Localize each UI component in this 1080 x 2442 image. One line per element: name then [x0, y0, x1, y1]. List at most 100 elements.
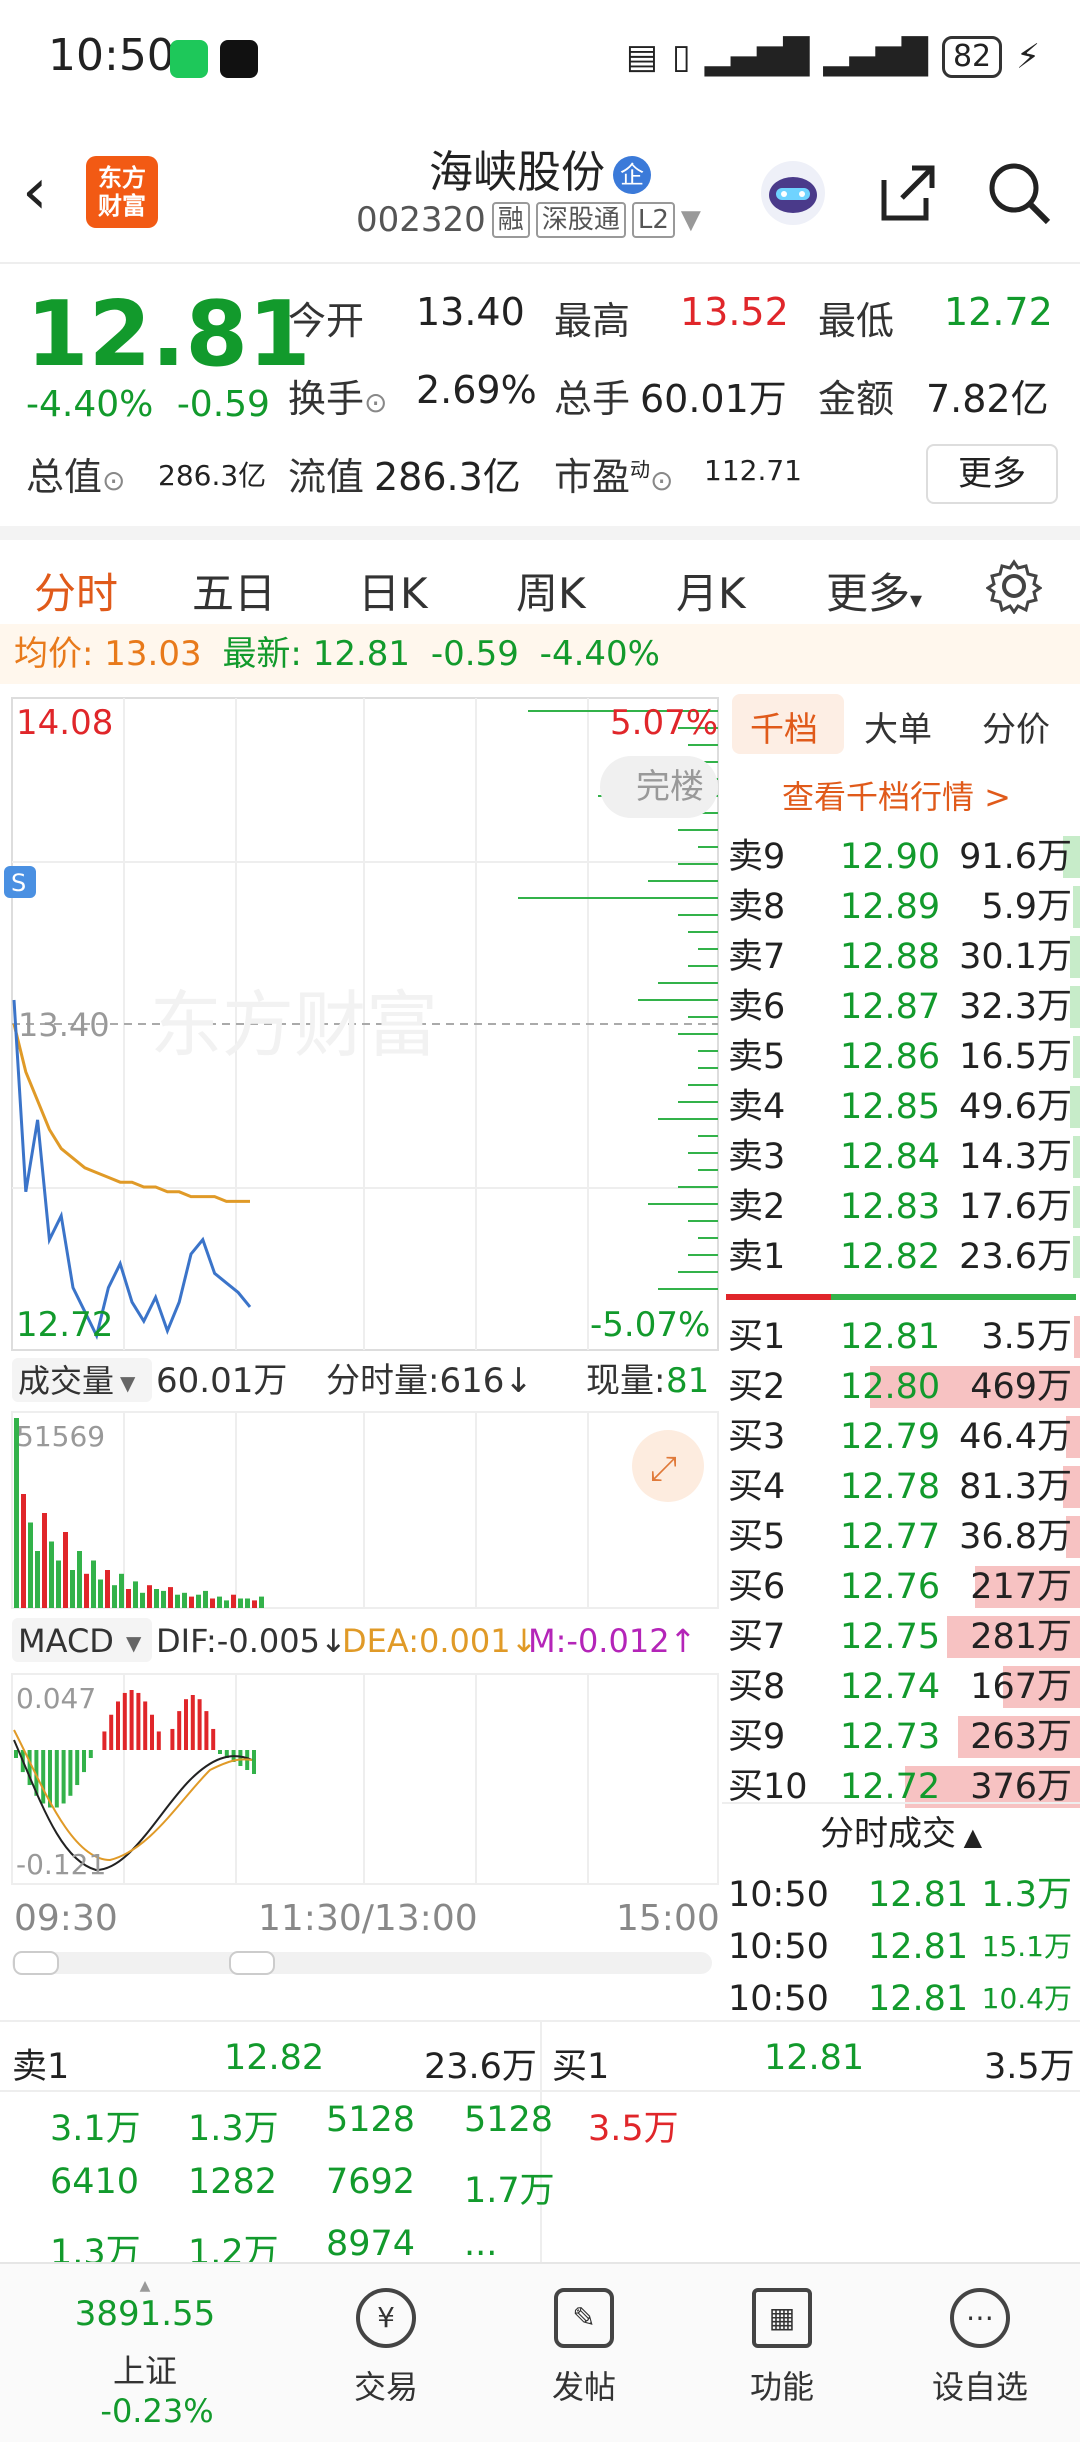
- latest-value: 12.81: [313, 634, 410, 674]
- change-value: -0.59: [177, 384, 270, 425]
- macd-dea: DEA:0.001↓: [342, 1622, 537, 1660]
- share-icon[interactable]: [872, 158, 942, 228]
- index-change: -0.23%: [100, 2392, 213, 2430]
- sell-level-row[interactable]: 卖8 12.89 5.9万: [728, 882, 1080, 932]
- volume-bar: [238, 1599, 243, 1609]
- nav-post[interactable]: ✎ 发帖: [514, 2288, 654, 2408]
- macd-bar: [14, 1750, 18, 1758]
- trade-row: 10:50 12.81 15.1万: [728, 1922, 1080, 1972]
- expand-icon[interactable]: ⤢: [650, 1449, 677, 1489]
- volume-bar: [231, 1595, 236, 1608]
- level-label: 卖5: [728, 1032, 785, 1082]
- depth-line: [678, 1271, 718, 1273]
- buy-level-row[interactable]: 买9 12.73 263万: [728, 1712, 1080, 1762]
- tab-weekly-k[interactable]: 周K: [516, 560, 586, 621]
- volume-bar: [63, 1532, 68, 1608]
- level-volume: 49.6万: [959, 1082, 1072, 1132]
- sell-level-row[interactable]: 卖1 12.82 23.6万: [728, 1232, 1080, 1282]
- level-volume: 263万: [970, 1712, 1072, 1762]
- quote-low: 最低: [818, 290, 894, 345]
- macd-dropdown-icon[interactable]: ▼: [126, 1631, 142, 1655]
- tab-daily-k[interactable]: 日K: [358, 560, 428, 621]
- volume-bar: [182, 1593, 187, 1608]
- sell-level-row[interactable]: 卖9 12.90 91.6万: [728, 832, 1080, 882]
- buy-level-row[interactable]: 买5 12.77 36.8万: [728, 1512, 1080, 1562]
- volume-bar: [49, 1542, 54, 1609]
- level-volume: 16.5万: [959, 1032, 1072, 1082]
- dropdown-arrow-icon[interactable]: ▼: [681, 205, 701, 235]
- info-icon: ⊙: [650, 464, 673, 497]
- view-full-depth-link[interactable]: 查看千档行情 >: [782, 772, 1011, 818]
- nav-functions[interactable]: ▦ 功能: [712, 2288, 852, 2408]
- quote-high-value: 13.52: [680, 290, 789, 334]
- more-fields-button[interactable]: 更多: [926, 444, 1058, 504]
- volume-selector-label[interactable]: 成交量: [18, 1362, 114, 1400]
- trades-header[interactable]: 分时成交 ▲: [722, 1802, 1080, 1864]
- volume-bar: [84, 1574, 89, 1608]
- sell-queue-item: 1.7万: [464, 2162, 555, 2213]
- signal-icon: ▂▄▆█: [705, 37, 810, 77]
- buy-level-row[interactable]: 买6 12.76 217万: [728, 1562, 1080, 1612]
- settings-gear-icon[interactable]: [986, 558, 1042, 614]
- sell-level-row[interactable]: 卖5 12.86 16.5万: [728, 1032, 1080, 1082]
- tab-intraday[interactable]: 分时: [34, 560, 118, 621]
- quote-open-value: 13.40: [416, 290, 525, 334]
- sell-level-row[interactable]: 卖4 12.85 49.6万: [728, 1082, 1080, 1132]
- nav-trade[interactable]: ¥ 交易: [316, 2288, 456, 2408]
- depth-line: [518, 897, 718, 899]
- range-slider-track[interactable]: [12, 1952, 712, 1974]
- tab-more[interactable]: 更多▾: [826, 560, 922, 621]
- sell-level-row[interactable]: 卖7 12.88 30.1万: [728, 932, 1080, 982]
- robot-avatar-icon[interactable]: [758, 158, 828, 228]
- quote-low-value: 12.72: [944, 290, 1053, 334]
- buy-level-row[interactable]: 买2 12.80 469万: [728, 1362, 1080, 1412]
- trade-time: 10:50: [728, 1870, 829, 1920]
- buy-level-row[interactable]: 买8 12.74 167万: [728, 1662, 1080, 1712]
- search-icon[interactable]: [984, 158, 1054, 228]
- tag-shenzhen-connect: 深股通: [536, 202, 626, 238]
- intraday-chart[interactable]: 东方财富 14.08 5.07% 12.72 -5.07% 13.40 S 完楼…: [0, 690, 720, 1990]
- trade-time: 10:50: [728, 1922, 829, 1972]
- last-price: 12.81: [26, 282, 311, 387]
- trade-time: 10:50: [728, 1974, 829, 2024]
- volume-bar: [21, 1494, 26, 1608]
- range-slider-left-handle[interactable]: [14, 1952, 58, 1974]
- buy-level-row[interactable]: 买1 12.81 3.5万: [728, 1312, 1080, 1362]
- index-value: 3891.55: [40, 2294, 250, 2334]
- index-widget[interactable]: ▲ 3891.55 上证 -0.23%: [40, 2278, 250, 2430]
- level-price: 12.81: [840, 1312, 940, 1362]
- book-tab-price-levels[interactable]: 分价: [982, 702, 1050, 751]
- vibrate-icon: ▯: [672, 37, 691, 77]
- tab-monthly-k[interactable]: 月K: [676, 560, 746, 621]
- per-minute-volume: 分时量:616↓: [326, 1361, 533, 1401]
- level-volume: 167万: [970, 1662, 1072, 1712]
- level-label: 买5: [728, 1512, 785, 1562]
- book-tab-large-orders[interactable]: 大单: [864, 702, 932, 751]
- book-tab-level[interactable]: 千档: [750, 702, 818, 751]
- macd-top-label: 0.047: [16, 1682, 96, 1715]
- stock-code-row[interactable]: 002320 融 深股通 L2 ▼: [356, 200, 701, 240]
- sell-level-row[interactable]: 卖6 12.87 32.3万: [728, 982, 1080, 1032]
- level-label: 买9: [728, 1712, 785, 1762]
- buy-level-row[interactable]: 买3 12.79 46.4万: [728, 1412, 1080, 1462]
- volume-bar: [119, 1574, 124, 1608]
- nav-add-watchlist[interactable]: ⋯ 设自选: [910, 2288, 1050, 2408]
- volume-dropdown-icon[interactable]: ▼: [120, 1371, 136, 1395]
- buy-level-row[interactable]: 买4 12.78 81.3万: [728, 1462, 1080, 1512]
- tab-five-day[interactable]: 五日: [192, 560, 276, 621]
- level-volume: 17.6万: [959, 1182, 1072, 1232]
- sell-level-row[interactable]: 卖2 12.83 17.6万: [728, 1182, 1080, 1232]
- sell-level-row[interactable]: 卖3 12.84 14.3万: [728, 1132, 1080, 1182]
- macd-selector-label[interactable]: MACD: [18, 1622, 114, 1660]
- complete-button-label[interactable]: 完楼: [636, 767, 704, 807]
- volume-bar: [147, 1585, 152, 1608]
- level-label: 卖4: [728, 1082, 785, 1132]
- avg-price-bar: 均价: 13.03 最新: 12.81 -0.59 -4.40%: [0, 624, 1080, 684]
- macd-bar: [136, 1693, 140, 1750]
- depth-bar: [1073, 886, 1080, 928]
- level-label: 卖8: [728, 882, 785, 932]
- buy-level-row[interactable]: 买7 12.75 281万: [728, 1612, 1080, 1662]
- volume-bar: [77, 1551, 82, 1608]
- range-slider-right-handle[interactable]: [230, 1952, 274, 1974]
- trade-row: 10:50 12.81 10.4万: [728, 1974, 1080, 2024]
